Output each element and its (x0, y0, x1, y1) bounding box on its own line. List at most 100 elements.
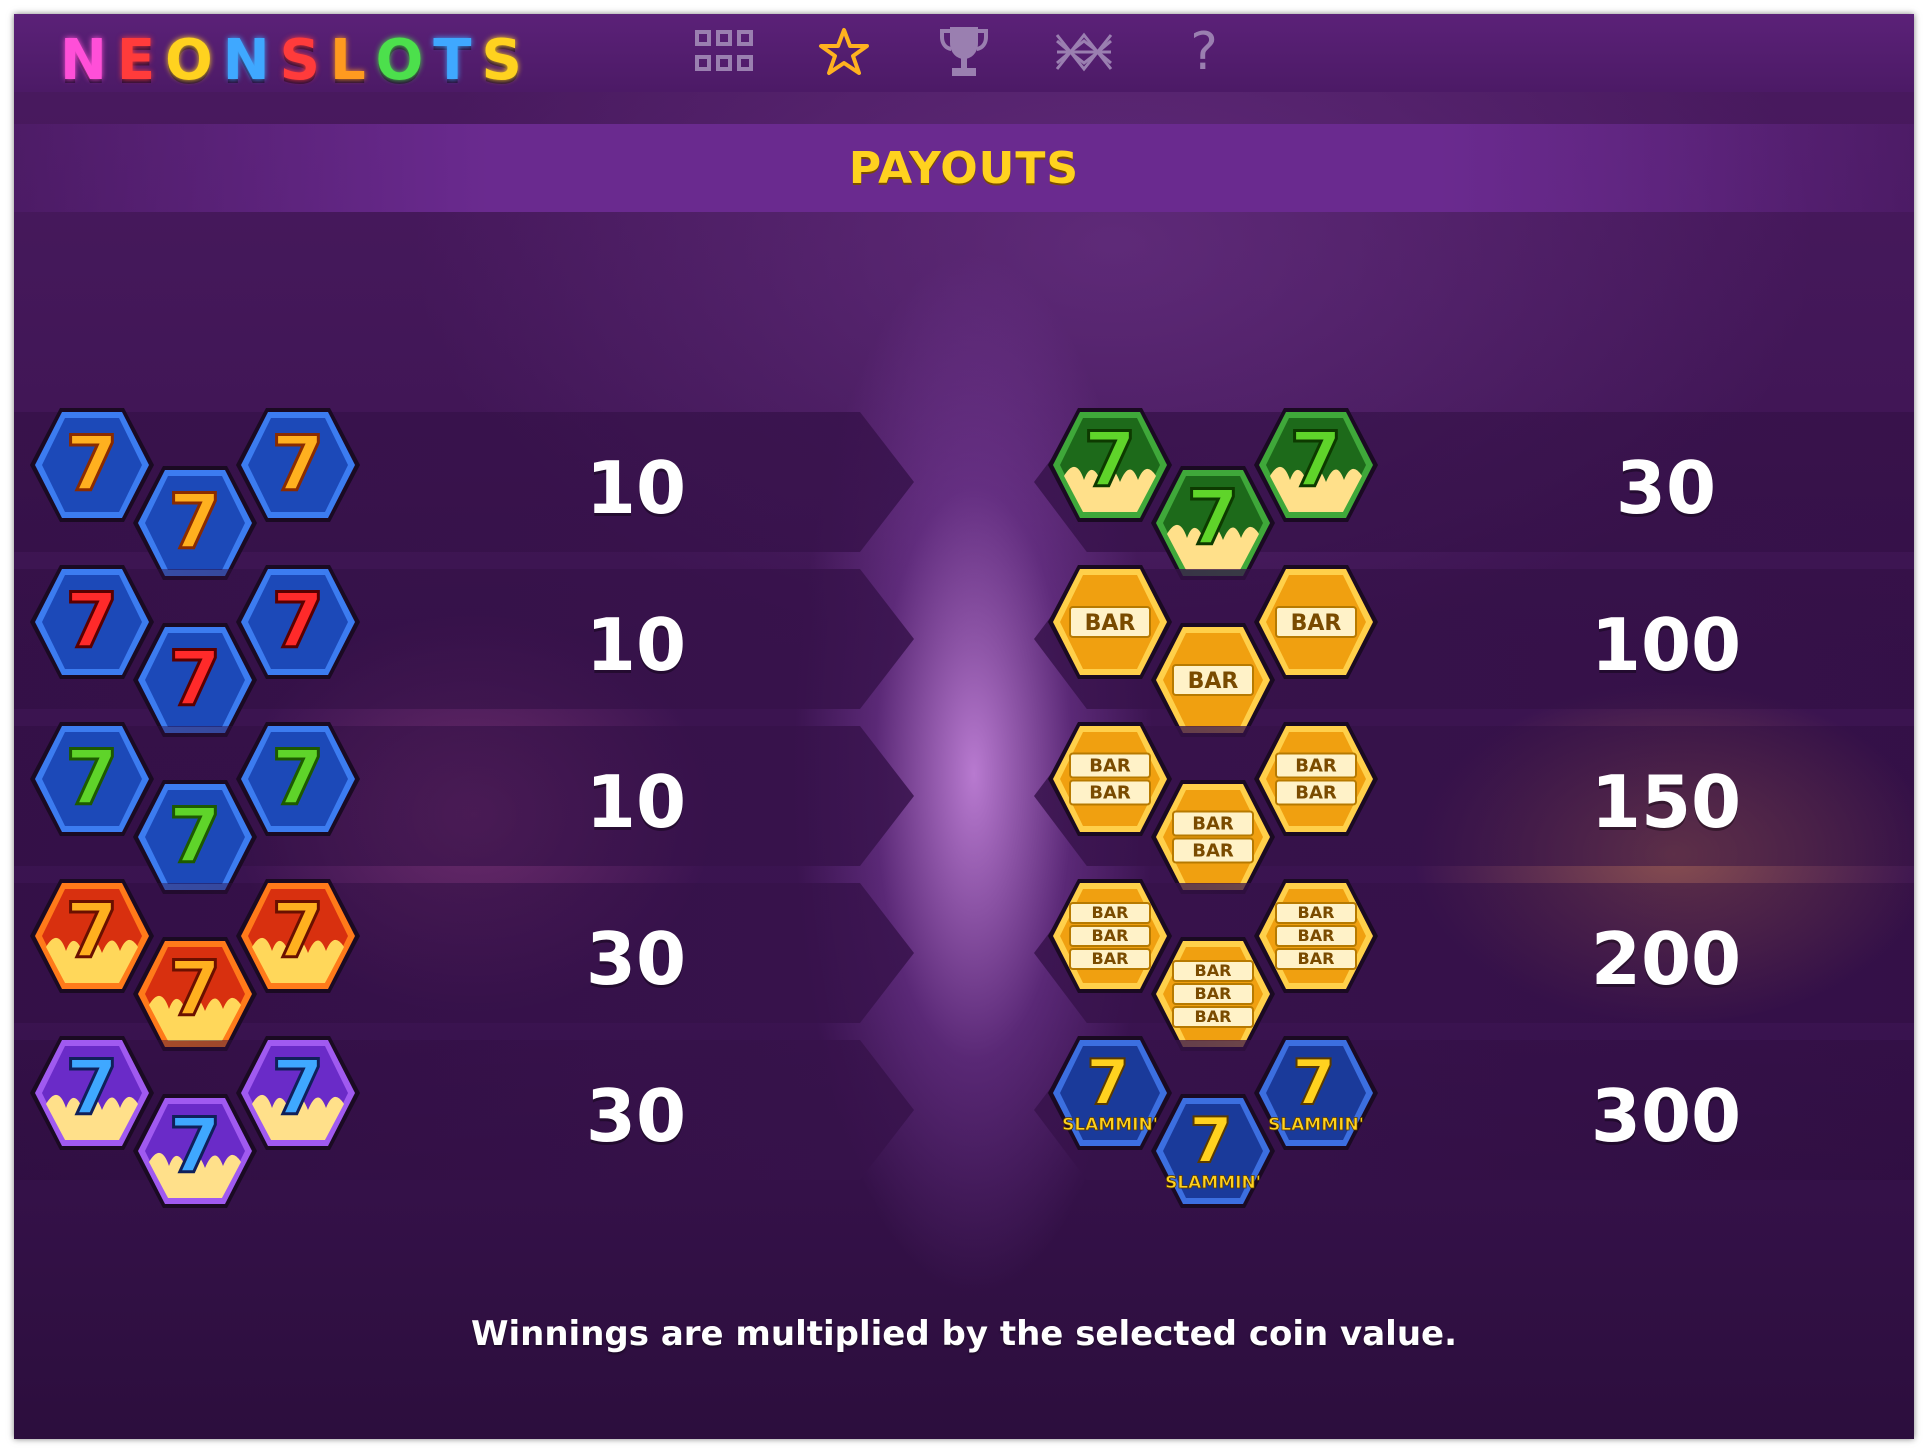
trophy-icon[interactable] (934, 26, 994, 78)
svg-text:7: 7 (66, 1043, 119, 1132)
svg-text:7: 7 (1292, 1046, 1335, 1119)
logo-letter: E (116, 27, 160, 93)
svg-text:BAR: BAR (1295, 783, 1337, 804)
payout-value: 150 (1590, 760, 1742, 844)
star-icon[interactable] (814, 26, 874, 78)
payout-row: 7 SLAMMIN' 7 SLAMMIN' 7 SLAMMIN' 300 (1034, 1036, 1914, 1208)
payout-value: 10 (585, 603, 687, 687)
payout-row: 7 7 7 30 (14, 1036, 914, 1208)
svg-text:7: 7 (66, 886, 119, 975)
logo-letter: O (165, 27, 217, 93)
svg-text:BAR: BAR (1092, 903, 1129, 922)
blue-hex-red-seven-symbol: 7 (234, 563, 362, 681)
svg-text:BAR: BAR (1089, 783, 1131, 804)
svg-text:BAR: BAR (1291, 611, 1342, 636)
gold-hex-triple-bar-symbol: BAR BAR BAR (1252, 877, 1380, 995)
payout-row: 7 7 7 30 (1034, 408, 1914, 580)
payout-row: BAR BAR BAR 100 (1034, 565, 1914, 737)
svg-text:BAR: BAR (1298, 949, 1335, 968)
logo-letter: N (60, 27, 111, 93)
symbol-combo-fire-hex-green-seven: 777 (1046, 406, 1386, 581)
logo-letter: O (375, 27, 428, 93)
svg-text:SLAMMIN': SLAMMIN' (1062, 1115, 1158, 1135)
payout-row: 7 7 7 10 (14, 408, 914, 580)
grid-icon[interactable] (694, 26, 754, 78)
svg-text:BAR: BAR (1298, 926, 1335, 945)
fire-hex-green-seven-symbol: 7 (1252, 406, 1380, 524)
logo-letter: L (329, 27, 370, 93)
payout-value: 10 (585, 760, 687, 844)
svg-text:7: 7 (1084, 415, 1137, 504)
payout-row: 7 7 7 10 (14, 722, 914, 894)
svg-text:SLAMMIN': SLAMMIN' (1268, 1115, 1364, 1135)
svg-text:7: 7 (272, 886, 325, 975)
svg-text:BAR: BAR (1195, 961, 1232, 980)
svg-text:BAR: BAR (1188, 669, 1239, 694)
fire-hex-red-seven-symbol: 7 (234, 877, 362, 995)
symbol-combo-gold-hex-single-bar: BAR BAR BAR (1046, 563, 1386, 738)
svg-text:7: 7 (272, 733, 325, 822)
svg-text:BAR: BAR (1298, 903, 1335, 922)
symbol-combo-fire-hex-purple-seven: 777 (28, 1034, 368, 1209)
svg-text:BAR: BAR (1092, 926, 1129, 945)
blue-hex-slammin-seven-symbol: 7 SLAMMIN' (1252, 1034, 1380, 1152)
symbol-combo-gold-hex-double-bar: BAR BAR BAR BAR BAR BAR (1046, 720, 1386, 895)
payout-row: BAR BAR BAR BAR BAR BAR BAR BAR BAR 200 (1034, 879, 1914, 1051)
game-frame: NEONSLOTS ? PAYOUTS 7 7 7 10 7 7 7 10 7 … (14, 14, 1914, 1439)
symbol-combo-blue-hex-green-seven: 777 (28, 720, 368, 895)
symbol-combo-gold-hex-triple-bar: BAR BAR BAR BAR BAR BAR BAR BAR BAR (1046, 877, 1386, 1052)
svg-text:BAR: BAR (1089, 756, 1131, 777)
page-title: PAYOUTS (848, 142, 1080, 194)
payout-value: 100 (1590, 603, 1742, 687)
gold-hex-single-bar-symbol: BAR (1252, 563, 1380, 681)
svg-text:7: 7 (169, 477, 222, 566)
svg-text:7: 7 (1189, 1104, 1232, 1177)
logo-letter: S (481, 27, 526, 93)
logo-letter: T (433, 27, 476, 93)
svg-text:7: 7 (66, 733, 119, 822)
gold-hex-double-bar-symbol: BAR BAR (1252, 720, 1380, 838)
payout-value: 300 (1590, 1074, 1742, 1158)
nav-icons: ? (694, 26, 1234, 78)
svg-text:BAR: BAR (1085, 611, 1136, 636)
payout-value: 200 (1590, 917, 1742, 1001)
payout-row: 7 7 7 10 (14, 565, 914, 737)
coin-value-note: Winnings are multiplied by the selected … (470, 1314, 1458, 1354)
symbol-combo-blue-hex-slammin-seven: 7 SLAMMIN' 7 SLAMMIN' 7 SLAMMIN' (1046, 1034, 1386, 1209)
svg-text:7: 7 (272, 1043, 325, 1132)
svg-text:7: 7 (66, 576, 119, 665)
svg-text:BAR: BAR (1295, 756, 1337, 777)
symbol-combo-fire-hex-red-seven: 777 (28, 877, 368, 1052)
svg-text:7: 7 (1086, 1046, 1129, 1119)
payout-value: 30 (585, 917, 687, 1001)
symbol-combo-blue-hex-red-seven: 777 (28, 563, 368, 738)
svg-text:7: 7 (169, 944, 222, 1033)
paylines-icon[interactable] (1054, 26, 1114, 78)
svg-text:BAR: BAR (1192, 841, 1234, 862)
svg-text:7: 7 (169, 634, 222, 723)
help-icon[interactable]: ? (1174, 26, 1234, 78)
svg-text:SLAMMIN': SLAMMIN' (1165, 1173, 1261, 1193)
blue-hex-orange-seven-symbol: 7 (234, 406, 362, 524)
svg-text:7: 7 (169, 1101, 222, 1190)
logo-letter: N (222, 27, 274, 93)
top-bar: NEONSLOTS ? (14, 14, 1914, 93)
svg-text:7: 7 (169, 791, 222, 880)
payout-row: BAR BAR BAR BAR BAR BAR 150 (1034, 722, 1914, 894)
fire-hex-purple-seven-symbol: 7 (234, 1034, 362, 1152)
logo-letter: S (279, 27, 324, 93)
svg-text:BAR: BAR (1195, 1007, 1232, 1026)
svg-text:BAR: BAR (1092, 949, 1129, 968)
svg-text:7: 7 (66, 419, 119, 508)
svg-text:7: 7 (272, 419, 325, 508)
payout-row: 7 7 7 30 (14, 879, 914, 1051)
symbol-combo-blue-hex-orange-seven: 777 (28, 406, 368, 581)
payouts-banner: PAYOUTS (14, 124, 1914, 212)
svg-text:7: 7 (272, 576, 325, 665)
blue-hex-green-seven-symbol: 7 (234, 720, 362, 838)
svg-text:7: 7 (1187, 473, 1240, 562)
svg-text:7: 7 (1290, 415, 1343, 504)
payout-value: 30 (585, 1074, 687, 1158)
payout-value: 10 (585, 446, 687, 530)
svg-text:BAR: BAR (1192, 814, 1234, 835)
